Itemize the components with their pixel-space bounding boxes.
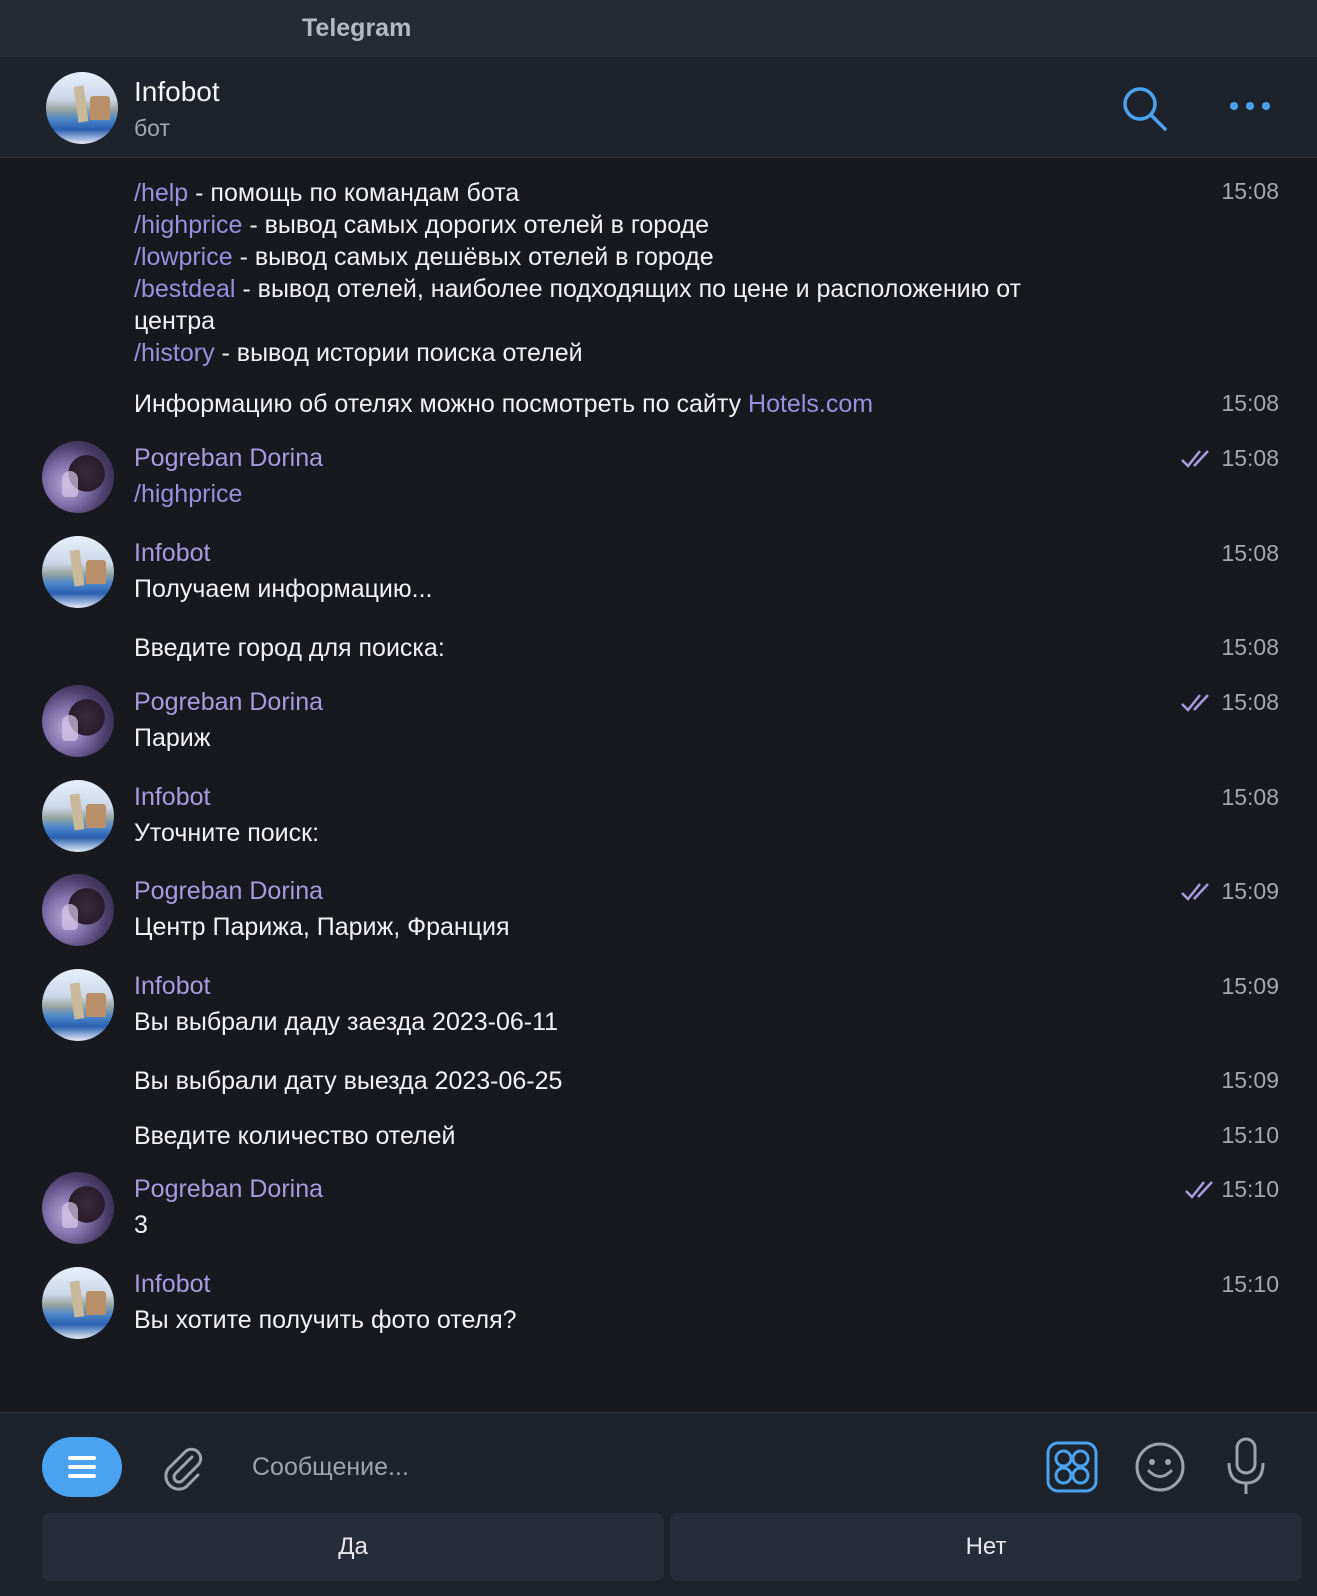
message-time: 15:08 [1221, 689, 1279, 715]
message-text: Введите город для поиска: [134, 634, 445, 662]
bot-avatar[interactable] [42, 780, 114, 852]
message-line: Информацию об отелях можно посмотреть по… [134, 388, 873, 420]
chat-status: бот [134, 115, 170, 141]
bot-avatar[interactable] [42, 969, 114, 1041]
message-time: 15:10 [1221, 1176, 1279, 1202]
message-text: - вывод самых дешёвых отелей в городе [232, 243, 714, 271]
command-link[interactable]: /bestdeal [134, 275, 235, 303]
sender-name[interactable]: Infobot [134, 972, 210, 1001]
message-line: Уточните поиск: [134, 817, 319, 849]
message-text: Введите количество отелей [134, 1122, 456, 1150]
search-icon[interactable] [1120, 84, 1168, 132]
user-avatar[interactable] [42, 1172, 114, 1244]
chat-header: Infobot бот [0, 58, 1317, 158]
message-line: /bestdeal - вывод отелей, наиболее подхо… [134, 273, 1021, 305]
message-time: 15:08 [1221, 634, 1279, 660]
sender-name[interactable]: Pogreban Dorina [134, 1175, 323, 1204]
message-line: /lowprice - вывод самых дешёвых отелей в… [134, 241, 714, 273]
message-text: Вы выбрали даду заезда 2023-06-11 [134, 1008, 559, 1036]
bot-avatar[interactable] [42, 536, 114, 608]
double-check-icon [1185, 1181, 1213, 1199]
hotels-link[interactable]: Hotels.com [748, 390, 873, 418]
message-line: Вы выбрали даду заезда 2023-06-11 [134, 1006, 558, 1038]
menu-button[interactable] [42, 1437, 122, 1497]
message-text: Вы хотите получить фото отеля? [134, 1306, 517, 1334]
message-time: 15:08 [1221, 540, 1279, 566]
message-line: 3 [134, 1209, 148, 1241]
message-text: Получаем информацию... [134, 575, 433, 603]
message-list[interactable]: /help - помощь по командам бота /highpri… [0, 158, 1317, 1412]
message-text: - вывод самых дорогих отелей в городе [242, 211, 710, 239]
message-time: 15:08 [1221, 390, 1279, 416]
message-line: /highprice - вывод самых дорогих отелей … [134, 209, 709, 241]
command-link[interactable]: /highprice [134, 480, 242, 508]
sender-name[interactable]: Infobot [134, 539, 210, 568]
message-line: центра [134, 305, 215, 337]
keyboard-button-yes[interactable]: Да [42, 1513, 664, 1581]
message-text: Париж [134, 724, 211, 752]
message-text: - вывод истории поиска отелей [214, 339, 583, 367]
sender-name[interactable]: Pogreban Dorina [134, 444, 323, 473]
user-avatar[interactable] [42, 874, 114, 946]
double-check-icon [1181, 450, 1209, 468]
command-link[interactable]: /highprice [134, 211, 242, 239]
message-time: 15:09 [1221, 878, 1279, 904]
menu-icon [68, 1474, 96, 1478]
message-line: Центр Парижа, Париж, Франция [134, 911, 510, 943]
message-line: /highprice [134, 478, 242, 510]
message-text: Вы выбрали дату выезда 2023-06-25 [134, 1067, 563, 1095]
message-time: 15:10 [1221, 1122, 1279, 1148]
user-avatar[interactable] [42, 441, 114, 513]
message-line: Париж [134, 722, 210, 754]
message-line: Получаем информацию... [134, 573, 433, 605]
message-text: 3 [134, 1211, 148, 1239]
chat-avatar[interactable] [46, 72, 118, 144]
command-link[interactable]: /help [134, 179, 188, 207]
window-title: Telegram [302, 14, 412, 42]
message-text: Информацию об отелях можно посмотреть по… [134, 390, 749, 418]
menu-icon [68, 1465, 96, 1469]
menu-icon [68, 1456, 96, 1460]
bot-avatar[interactable] [42, 1267, 114, 1339]
chat-name[interactable]: Infobot [134, 76, 220, 108]
bot-commands-icon[interactable] [1046, 1441, 1098, 1493]
message-time: 15:08 [1221, 784, 1279, 810]
message-text: центра [134, 307, 216, 335]
double-check-icon [1181, 883, 1209, 901]
user-avatar[interactable] [42, 685, 114, 757]
message-line: /history - вывод истории поиска отелей [134, 337, 583, 369]
double-check-icon [1181, 694, 1209, 712]
message-line: Вы выбрали дату выезда 2023-06-25 [134, 1065, 562, 1097]
message-time: 15:08 [1221, 445, 1279, 471]
message-text: Центр Парижа, Париж, Франция [134, 913, 510, 941]
command-link[interactable]: /history [134, 339, 215, 367]
message-input[interactable] [252, 1445, 952, 1489]
composer: Да Нет [0, 1412, 1317, 1596]
message-text: - помощь по командам бота [188, 179, 520, 207]
keyboard-button-no[interactable]: Нет [670, 1513, 1302, 1581]
message-time: 15:09 [1221, 973, 1279, 999]
sender-name[interactable]: Pogreban Dorina [134, 877, 323, 906]
emoji-icon[interactable] [1134, 1441, 1186, 1493]
message-text: Уточните поиск: [134, 819, 320, 847]
sender-name[interactable]: Infobot [134, 783, 210, 812]
message-text: - вывод отелей, наиболее подходящих по ц… [235, 275, 1022, 303]
microphone-icon[interactable] [1226, 1437, 1266, 1497]
window-titlebar: Telegram [0, 0, 1317, 58]
message-time: 15:10 [1221, 1271, 1279, 1297]
sender-name[interactable]: Pogreban Dorina [134, 688, 323, 717]
message-line: Вы хотите получить фото отеля? [134, 1304, 517, 1336]
message-line: Введите количество отелей [134, 1120, 456, 1152]
more-icon[interactable] [1228, 96, 1272, 116]
command-link[interactable]: /lowprice [134, 243, 233, 271]
message-time: 15:08 [1221, 178, 1279, 204]
message-time: 15:09 [1221, 1067, 1279, 1093]
paperclip-icon[interactable] [158, 1443, 206, 1491]
message-line: /help - помощь по командам бота [134, 177, 519, 209]
sender-name[interactable]: Infobot [134, 1270, 210, 1299]
message-line: Введите город для поиска: [134, 632, 445, 664]
